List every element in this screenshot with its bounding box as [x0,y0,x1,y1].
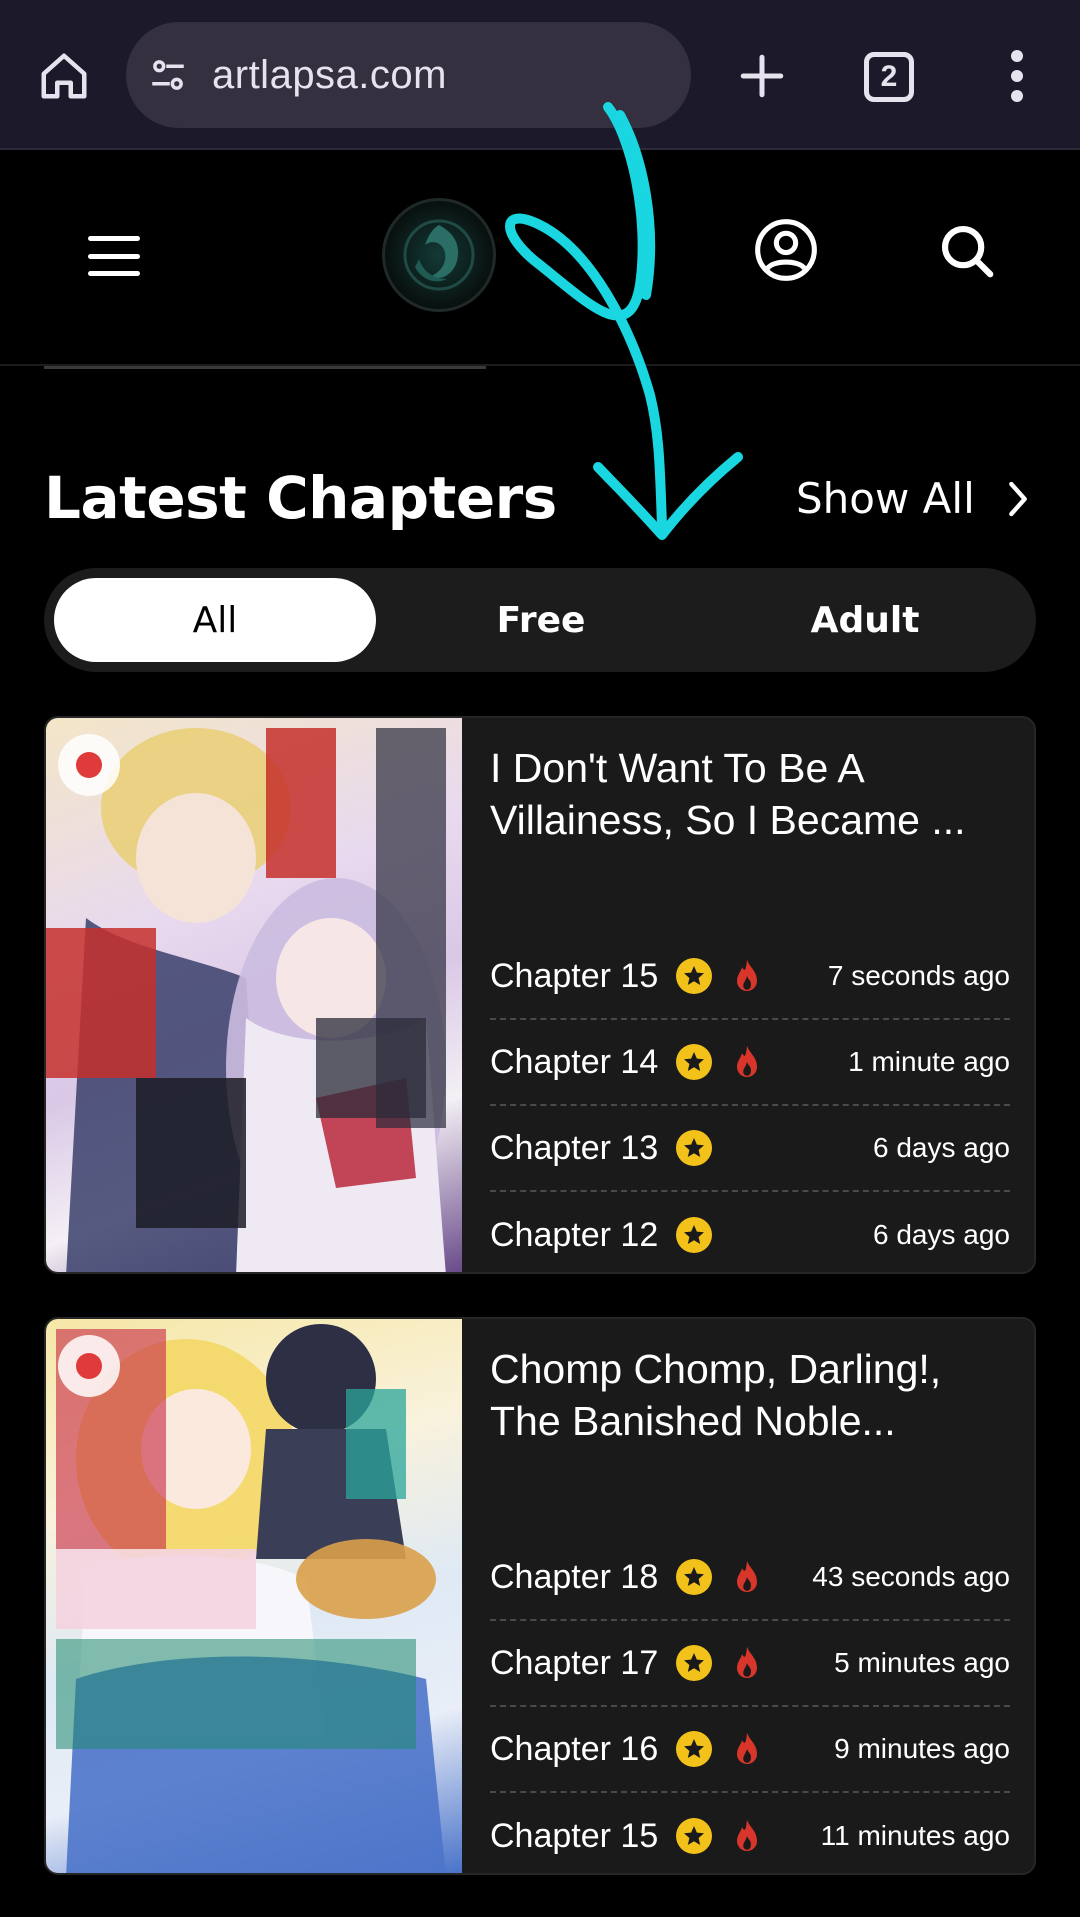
tab-switcher-button[interactable]: 2 [864,52,914,102]
status-dot-icon [58,734,120,796]
chapter-label: Chapter 12 [490,1215,659,1254]
site-logo[interactable] [382,198,496,312]
chevron-right-icon [1008,481,1027,516]
page-title: Latest Chapters [44,464,557,532]
chapter-time: 6 days ago [873,1219,1010,1250]
chapter-label: Chapter 15 [490,956,659,995]
chapter-time: 7 seconds ago [827,960,1010,991]
manga-cover-image[interactable] [46,718,462,1272]
chapter-time: 6 days ago [873,1132,1010,1163]
star-icon [676,1559,713,1595]
hamburger-menu-icon[interactable] [88,236,140,276]
home-icon[interactable] [32,44,96,108]
manga-card[interactable]: Chomp Chomp, Darling!, The Banished Nobl… [44,1317,1036,1875]
manga-title[interactable]: I Don't Want To Be A Villainess, So I Be… [490,742,1020,846]
chapter-time: 5 minutes ago [834,1647,1010,1678]
browser-toolbar: artlapsa.com 2 [0,0,1080,150]
manga-title[interactable]: Chomp Chomp, Darling!, The Banished Nobl… [490,1343,1020,1447]
star-icon [676,1044,713,1080]
star-icon [676,1217,713,1253]
star-icon [676,1645,713,1681]
chapter-time: 43 seconds ago [812,1561,1010,1592]
fire-icon [732,958,762,994]
chapter-row[interactable]: Chapter 12 6 days ago [490,1192,1010,1272]
fire-icon [732,1559,762,1595]
search-icon[interactable] [936,220,998,282]
tab-adult[interactable]: Adult [704,578,1026,662]
chapter-list: Chapter 15 7 seconds ago Chapter 14 1 mi… [490,934,1010,1272]
chapter-row[interactable]: Chapter 17 5 minutes ago [490,1621,1010,1707]
chapter-time: 9 minutes ago [834,1733,1010,1764]
chapter-label: Chapter 18 [490,1557,659,1596]
fire-icon [732,1818,762,1854]
site-header [0,152,1080,366]
show-all-label: Show All [796,474,975,523]
fire-icon [732,1645,762,1681]
star-icon [676,1818,713,1854]
chapter-label: Chapter 17 [490,1643,659,1682]
site-settings-icon[interactable] [146,53,190,97]
chapter-row[interactable]: Chapter 15 11 minutes ago [490,1793,1010,1873]
nav-underline [44,366,486,369]
chapter-label: Chapter 15 [490,1816,659,1855]
chapter-row[interactable]: Chapter 18 43 seconds ago [490,1535,1010,1621]
chapter-label: Chapter 16 [490,1729,659,1768]
status-dot-icon [58,1335,120,1397]
address-bar[interactable]: artlapsa.com [126,22,691,128]
tab-free[interactable]: Free [380,578,702,662]
chapter-label: Chapter 13 [490,1128,659,1167]
chapter-list: Chapter 18 43 seconds ago Chapter 17 5 m… [490,1535,1010,1873]
tab-all[interactable]: All [54,578,376,662]
chapter-time: 1 minute ago [848,1046,1010,1077]
chapter-row[interactable]: Chapter 14 1 minute ago [490,1020,1010,1106]
fire-icon [732,1044,762,1080]
star-icon [676,1731,713,1767]
manga-cover-image[interactable] [46,1319,462,1873]
chapter-time: 11 minutes ago [820,1820,1010,1851]
star-icon [676,1130,713,1166]
account-icon[interactable] [752,216,820,284]
chapter-label: Chapter 14 [490,1042,659,1081]
filter-tabs: All Free Adult [44,568,1036,672]
chapter-row[interactable]: Chapter 13 6 days ago [490,1106,1010,1192]
fire-icon [732,1731,762,1767]
show-all-link[interactable]: Show All [796,474,1031,523]
star-icon [676,958,713,994]
chapter-row[interactable]: Chapter 15 7 seconds ago [490,934,1010,1020]
chapter-row[interactable]: Chapter 16 9 minutes ago [490,1707,1010,1793]
more-menu-icon[interactable] [1000,44,1034,108]
new-tab-icon[interactable] [730,44,794,108]
manga-card[interactable]: I Don't Want To Be A Villainess, So I Be… [44,716,1036,1274]
url-text: artlapsa.com [212,52,447,97]
